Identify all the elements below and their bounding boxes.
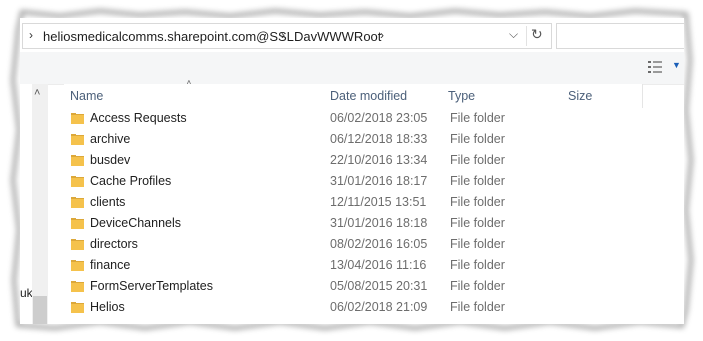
- navigation-item-label[interactable]: uk: [20, 286, 33, 300]
- file-date-modified: 08/02/2016 16:05: [330, 237, 428, 251]
- column-header-size[interactable]: Size: [562, 84, 642, 108]
- folder-icon: [71, 239, 84, 250]
- list-item[interactable]: Helios 06/02/2018 21:09 File folder: [64, 297, 668, 318]
- file-name[interactable]: archive: [90, 132, 130, 146]
- address-bar[interactable]: › heliosmedicalcomms.sharepoint.com@SSL …: [22, 23, 552, 49]
- explorer-window: › heliosmedicalcomms.sharepoint.com@SSL …: [20, 18, 684, 324]
- file-name[interactable]: clients: [90, 195, 125, 209]
- file-type: File folder: [450, 153, 505, 167]
- column-header-date-modified[interactable]: Date modified: [324, 84, 442, 108]
- file-name[interactable]: Helios: [90, 300, 125, 314]
- file-date-modified: 06/12/2018 18:33: [330, 132, 428, 146]
- column-divider[interactable]: [642, 84, 643, 108]
- address-row: › heliosmedicalcomms.sharepoint.com@SSL …: [20, 18, 684, 52]
- folder-icon: [71, 218, 84, 229]
- file-type: File folder: [450, 300, 505, 314]
- address-divider: [526, 26, 527, 46]
- list-item[interactable]: directors 08/02/2016 16:05 File folder: [64, 234, 668, 255]
- file-date-modified: 22/10/2016 13:34: [330, 153, 428, 167]
- navigation-scrollbar[interactable]: ˄: [32, 84, 48, 324]
- folder-icon: [71, 281, 84, 292]
- folder-icon: [71, 260, 84, 271]
- folder-icon: [71, 134, 84, 145]
- file-type: File folder: [450, 174, 505, 188]
- list-item[interactable]: FormServerTemplates 05/08/2015 20:31 File …: [64, 276, 668, 297]
- refresh-icon[interactable]: ↻: [531, 26, 543, 43]
- file-type: File folder: [450, 279, 505, 293]
- search-input[interactable]: [556, 23, 684, 49]
- list-item[interactable]: Cache Profiles 31/01/2016 18:17 File folde…: [64, 171, 668, 192]
- list-item[interactable]: archive 06/12/2018 18:33 File folder: [64, 129, 668, 150]
- folder-icon: [71, 113, 84, 124]
- file-date-modified: 12/11/2015 13:51: [330, 195, 427, 209]
- breadcrumb-host[interactable]: heliosmedicalcomms.sharepoint.com@SSL: [43, 29, 294, 44]
- command-bar: ▼: [20, 52, 684, 85]
- file-date-modified: 06/02/2018 21:09: [330, 300, 428, 314]
- file-type: File folder: [450, 258, 505, 272]
- file-type: File folder: [450, 216, 505, 230]
- column-header-type[interactable]: Type: [442, 84, 562, 108]
- file-date-modified: 13/04/2016 11:16: [330, 258, 427, 272]
- file-name[interactable]: FormServerTemplates: [90, 279, 213, 293]
- file-type: File folder: [450, 111, 505, 125]
- file-name[interactable]: Access Requests: [90, 111, 187, 125]
- chevron-down-icon[interactable]: ⌵: [509, 27, 518, 42]
- scroll-up-icon[interactable]: ˄: [34, 87, 40, 99]
- list-item[interactable]: busdev 22/10/2016 13:34 File folder: [64, 150, 668, 171]
- list-item[interactable]: finance 13/04/2016 11:16 File folder: [64, 255, 668, 276]
- folder-icon: [71, 155, 84, 166]
- navigation-pane: uk ˄: [20, 84, 48, 324]
- file-name[interactable]: finance: [90, 258, 130, 272]
- scrollbar-thumb[interactable]: [33, 296, 47, 324]
- file-name[interactable]: busdev: [90, 153, 130, 167]
- breadcrumb-separator-icon[interactable]: ›: [281, 28, 285, 42]
- file-date-modified: 06/02/2018 23:05: [330, 111, 428, 125]
- list-item[interactable]: DeviceChannels 31/01/2016 18:18 File folde…: [64, 213, 668, 234]
- list-item[interactable]: Access Requests 06/02/2018 23:05 File fold…: [64, 108, 668, 129]
- breadcrumb-separator-icon[interactable]: ›: [380, 28, 384, 42]
- file-type: File folder: [450, 195, 505, 209]
- list-item[interactable]: clients 12/11/2015 13:51 File folder: [64, 192, 668, 213]
- breadcrumb-folder[interactable]: DavWWWRoot: [294, 29, 381, 44]
- file-type: File folder: [450, 237, 505, 251]
- file-date-modified: 31/01/2016 18:17: [330, 174, 428, 188]
- file-name[interactable]: Cache Profiles: [90, 174, 171, 188]
- view-options-dropdown-icon[interactable]: ▼: [672, 60, 681, 70]
- file-date-modified: 31/01/2016 18:18: [330, 216, 428, 230]
- folder-icon: [71, 197, 84, 208]
- folder-icon: [71, 302, 84, 313]
- file-date-modified: 05/08/2015 20:31: [330, 279, 428, 293]
- file-type: File folder: [450, 132, 505, 146]
- breadcrumb-separator-icon[interactable]: ›: [29, 28, 33, 42]
- file-name[interactable]: directors: [90, 237, 138, 251]
- file-name[interactable]: DeviceChannels: [90, 216, 181, 230]
- details-view-icon[interactable]: [648, 60, 662, 74]
- column-header-name[interactable]: Name: [64, 84, 324, 108]
- folder-icon: [71, 176, 84, 187]
